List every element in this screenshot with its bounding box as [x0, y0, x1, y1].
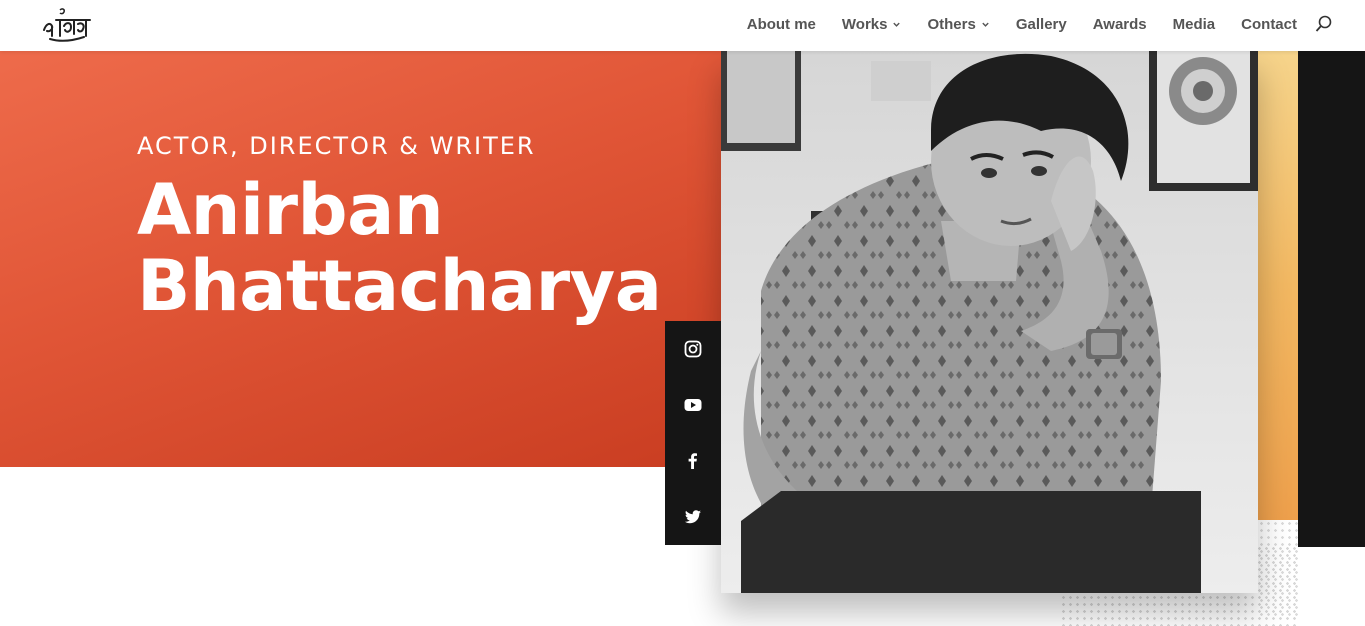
chevron-down-icon	[893, 22, 901, 27]
decorative-gold-strip	[1258, 51, 1298, 520]
hero-name-line1: Anirban	[137, 169, 444, 251]
nav-about-me[interactable]: About me	[747, 16, 816, 33]
twitter-icon	[684, 510, 701, 524]
decorative-dark-strip	[1298, 51, 1365, 547]
social-links-bar	[665, 321, 721, 545]
nav-works[interactable]: Works	[842, 16, 902, 33]
hero-subtitle: ACTOR, DIRECTOR & WRITER	[137, 132, 536, 160]
social-facebook[interactable]	[665, 433, 721, 489]
main-nav: About me Works Others Gallery Awards Med…	[747, 0, 1297, 48]
site-header: About me Works Others Gallery Awards Med…	[0, 0, 1365, 51]
social-youtube[interactable]	[665, 377, 721, 433]
nav-label: Contact	[1241, 15, 1297, 33]
nav-label: Media	[1172, 15, 1216, 33]
nav-awards[interactable]: Awards	[1093, 16, 1147, 33]
social-instagram[interactable]	[665, 321, 721, 377]
chevron-down-icon	[982, 22, 989, 27]
nav-label: Works	[841, 15, 888, 33]
nav-label: Others	[927, 15, 976, 33]
hero-name-line2: Bhattacharya	[137, 245, 662, 327]
facebook-icon	[688, 453, 697, 469]
search-icon[interactable]	[1315, 15, 1333, 33]
nav-label: Awards	[1092, 15, 1147, 33]
nav-media[interactable]: Media	[1173, 16, 1216, 33]
nav-others[interactable]: Others	[927, 16, 989, 33]
portrait-photo	[721, 51, 1258, 593]
nav-label: About me	[746, 15, 816, 33]
logo[interactable]	[38, 6, 96, 44]
nav-label: Gallery	[1015, 15, 1067, 33]
youtube-icon	[684, 399, 702, 411]
nav-contact[interactable]: Contact	[1241, 16, 1297, 33]
decorative-dot-pattern	[1258, 520, 1298, 620]
social-twitter[interactable]	[665, 489, 721, 545]
nav-gallery[interactable]: Gallery	[1016, 16, 1067, 33]
hero-name: Anirban Bhattacharya	[137, 172, 662, 324]
instagram-icon	[684, 340, 702, 358]
